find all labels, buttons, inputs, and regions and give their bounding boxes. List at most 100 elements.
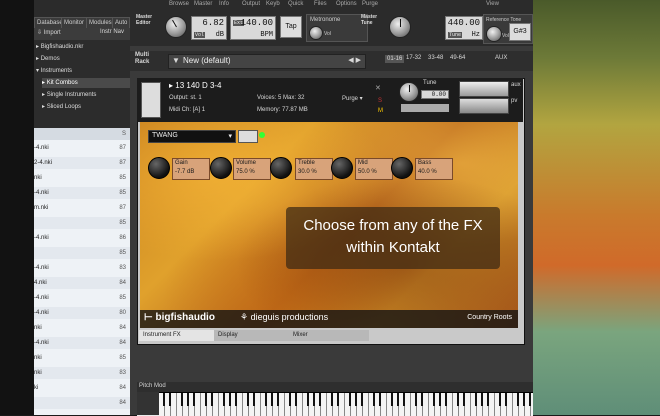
menu-keyb[interactable]: Keyb bbox=[266, 0, 280, 8]
tune-display[interactable]: 0.00 bbox=[421, 90, 449, 99]
white-key[interactable] bbox=[531, 393, 533, 416]
tune-slider[interactable] bbox=[401, 104, 449, 112]
file-name: -4.nki bbox=[34, 310, 49, 316]
piano-keyboard[interactable] bbox=[137, 392, 533, 416]
file-list-row[interactable]: nki 83 bbox=[34, 367, 130, 379]
solo-icon[interactable]: S bbox=[378, 98, 382, 104]
file-size: 85 bbox=[119, 355, 126, 361]
tree-item[interactable]: ▾ Instruments bbox=[36, 66, 128, 76]
file-size: 84 bbox=[119, 400, 126, 406]
file-name: 4.nki bbox=[34, 280, 47, 286]
mid-display: Mid 50.0 % bbox=[355, 158, 393, 180]
file-list-row[interactable]: -4.nki 85 bbox=[34, 187, 130, 199]
file-size: 85 bbox=[119, 190, 126, 196]
file-list-row[interactable]: ki 84 bbox=[34, 382, 130, 394]
file-list-row[interactable]: 84 bbox=[34, 397, 130, 409]
file-list-row[interactable]: -4.nki 80 bbox=[34, 307, 130, 319]
tab-instrument-fx[interactable]: Instrument FX bbox=[139, 330, 215, 341]
rack-page-1[interactable]: 01-16 bbox=[385, 55, 405, 63]
menu-info[interactable]: Info bbox=[219, 0, 229, 8]
treble-display: Treble 30.0 % bbox=[295, 158, 333, 180]
mid-knob[interactable] bbox=[331, 157, 353, 179]
tree-item[interactable]: ▸ Demos bbox=[36, 54, 128, 64]
master-volume-display[interactable]: 6.82 Vol dB bbox=[191, 16, 227, 40]
file-list-row[interactable]: 2-4.nki 87 bbox=[34, 157, 130, 169]
menu-view[interactable]: View bbox=[486, 0, 499, 8]
metronome-vol-knob[interactable] bbox=[309, 26, 323, 40]
file-list-row[interactable]: nki 84 bbox=[34, 322, 130, 334]
aux-icon[interactable]: aux bbox=[511, 82, 521, 88]
menu-quick[interactable]: Quick bbox=[288, 0, 303, 8]
volume-display: Volume 75.0 % bbox=[233, 158, 271, 180]
tab-mixer[interactable]: Mixer bbox=[289, 330, 369, 341]
pitch-mod-wheels[interactable] bbox=[137, 392, 159, 415]
file-list-row[interactable]: nki 85 bbox=[34, 172, 130, 184]
tap-button[interactable]: Tap bbox=[280, 16, 302, 38]
menu-browse[interactable]: Browse bbox=[169, 0, 189, 8]
volume-meter bbox=[459, 81, 509, 97]
rack-page-3[interactable]: 33-48 bbox=[428, 55, 443, 61]
file-list-row[interactable]: 85 bbox=[34, 217, 130, 229]
volume-knob[interactable] bbox=[210, 157, 232, 179]
output-field[interactable]: Output: st. 1 bbox=[169, 95, 202, 101]
file-name: -4.nki bbox=[34, 340, 49, 346]
fx-preset-dropdown[interactable]: TWANG ▾ bbox=[148, 130, 236, 143]
aux-button[interactable]: AUX bbox=[495, 55, 507, 61]
instrument-header: ▸ 13 140 D 3-4 Output: st. 1 Voices: 5 M… bbox=[137, 78, 523, 122]
bass-knob[interactable] bbox=[391, 157, 413, 179]
instrument-tune-knob[interactable] bbox=[399, 82, 419, 102]
instrument-name[interactable]: ▸ 13 140 D 3-4 bbox=[169, 81, 222, 90]
file-list-row[interactable]: -4.nki 87 bbox=[34, 142, 130, 154]
master-tune-knob[interactable] bbox=[389, 16, 411, 38]
rack-page-4[interactable]: 49-64 bbox=[450, 55, 465, 61]
menu-purge[interactable]: Purge bbox=[362, 0, 378, 8]
gain-knob[interactable] bbox=[148, 157, 170, 179]
file-name: ki bbox=[34, 385, 39, 391]
gain-display: Gain -7.7 dB bbox=[172, 158, 210, 180]
tree-item-selected[interactable]: ▸ Kit Combos bbox=[42, 78, 134, 88]
file-list-row[interactable]: m.nki 87 bbox=[34, 202, 130, 214]
tree-item[interactable]: ▸ Bigfishaudio.nkr bbox=[36, 42, 128, 52]
file-size: 83 bbox=[119, 265, 126, 271]
file-list-row[interactable]: -4.nki 83 bbox=[34, 262, 130, 274]
purge-menu[interactable]: Purge ▾ bbox=[342, 95, 363, 102]
tab-display[interactable]: Display bbox=[214, 330, 290, 341]
multi-name-field[interactable]: ▼ New (default) ◀ ▶ bbox=[168, 54, 366, 69]
fx-bypass-button[interactable] bbox=[238, 130, 258, 143]
menu-output[interactable]: Output bbox=[242, 0, 260, 8]
import-button[interactable]: ⇩ Import bbox=[37, 29, 61, 36]
pv-icon[interactable]: pv bbox=[511, 98, 517, 104]
reference-tone-knob[interactable] bbox=[486, 26, 502, 42]
file-size: 84 bbox=[119, 280, 126, 286]
menu-master[interactable]: Master bbox=[194, 0, 212, 8]
file-size: 87 bbox=[119, 205, 126, 211]
file-list-row[interactable]: nki 85 bbox=[34, 352, 130, 364]
master-tune-label: Master Tune bbox=[361, 14, 378, 26]
midi-channel-field[interactable]: Midi Ch: [A] 1 bbox=[169, 107, 205, 113]
treble-knob[interactable] bbox=[270, 157, 292, 179]
tree-item[interactable]: ▸ Sliced Loops bbox=[42, 102, 134, 112]
file-list-row[interactable]: -4.nki 86 bbox=[34, 232, 130, 244]
tree-item[interactable]: ▸ Single Instruments bbox=[42, 90, 134, 100]
file-name: 2-4.nki bbox=[34, 160, 53, 166]
file-list-row[interactable]: -4.nki 84 bbox=[34, 337, 130, 349]
file-list-row[interactable]: 4.nki 84 bbox=[34, 277, 130, 289]
file-list: S -4.nki 87 2-4.nki 87 nki 85 -4.nki 85 m.nki 87 8… bbox=[34, 128, 130, 415]
master-tune-display[interactable]: 440.00 Tune Hz bbox=[445, 16, 483, 40]
menu-options[interactable]: Options bbox=[336, 0, 357, 8]
mute-icon[interactable]: M bbox=[378, 108, 383, 114]
master-volume-knob[interactable] bbox=[165, 16, 187, 38]
close-icon[interactable]: ✕ bbox=[375, 84, 381, 92]
rack-page-2[interactable]: 17-32 bbox=[406, 55, 421, 61]
memory-field: Memory: 77.87 MB bbox=[257, 107, 308, 113]
reference-note[interactable]: G#3 bbox=[509, 23, 531, 41]
master-editor-label: Master Editor bbox=[136, 14, 153, 26]
bpm-display[interactable]: Ext 140.00 BPM bbox=[230, 16, 276, 40]
menu-files[interactable]: Files bbox=[314, 0, 327, 8]
dieguis-logo: ⚘ dieguis productions bbox=[240, 312, 329, 322]
file-list-row[interactable]: -4.nki 85 bbox=[34, 292, 130, 304]
file-list-row[interactable]: 85 bbox=[34, 247, 130, 259]
instrument-icon[interactable] bbox=[141, 82, 161, 118]
voices-field: Voices: 5 Max: 32 bbox=[257, 95, 305, 101]
instr-nav-button[interactable]: Instr Nav bbox=[100, 29, 124, 35]
